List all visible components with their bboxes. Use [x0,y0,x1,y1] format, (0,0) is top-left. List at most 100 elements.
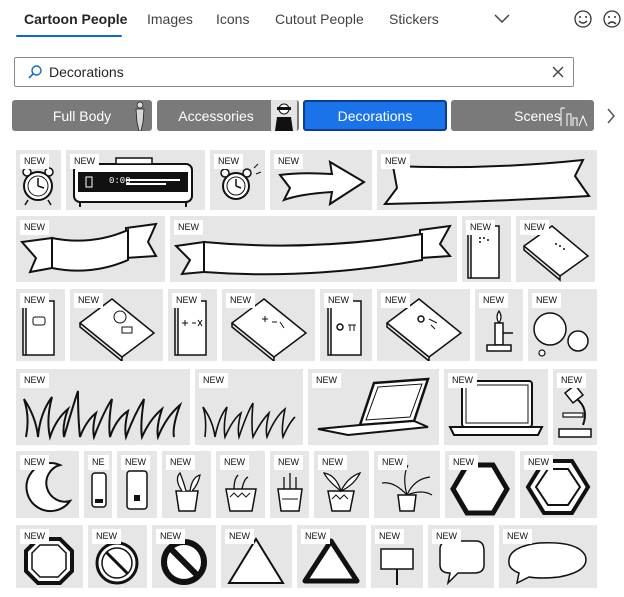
science-book-angled-sticker[interactable]: NEW [377,289,470,361]
arrow-banner-sticker[interactable]: NEW [270,150,372,210]
category-accessories[interactable]: Accessories [157,100,299,131]
triangle-outline-sticker[interactable]: NEW [221,525,292,588]
new-badge: NEW [20,154,49,169]
alarm-clock-radio-sticker[interactable]: NEW 0:00 [66,150,205,210]
tab-stickers[interactable]: Stickers [389,11,439,27]
book-speech-bubble-angled-sticker[interactable]: NEW [70,289,163,361]
new-badge: NEW [220,455,249,470]
category-label: Decorations [337,108,413,124]
microscope-sticker[interactable]: NEW [553,369,597,445]
cactus-pot-sticker[interactable]: NEW [216,451,265,518]
ribbon-banner-sticker[interactable]: NEW [377,150,597,210]
book-speech-bubble-sticker[interactable]: NEW [16,289,65,361]
new-badge: NE [88,455,109,470]
new-badge: NEW [214,154,243,169]
prohibited-sign-sticker[interactable]: NEW [88,525,147,588]
new-badge: NEW [301,529,330,544]
category-full-body[interactable]: Full Body [12,100,152,131]
new-badge: NEW [324,293,353,308]
new-badge: NEW [156,529,185,544]
speech-bubble-small-sticker[interactable]: NEW [428,525,494,588]
tab-cutout-people[interactable]: Cutout People [275,11,364,27]
long-scroll-banner-sticker[interactable]: NEW [170,216,457,282]
crescent-moon-sticker[interactable]: NEW [16,451,79,518]
new-badge: NEW [274,154,303,169]
new-badge: NEW [378,455,407,470]
full-body-thumbnail [135,101,145,131]
succulent-pot-sticker[interactable]: NEW [270,451,309,518]
math-book-sticker[interactable]: NEW [168,289,217,361]
new-badge: NEW [448,373,477,388]
octagon-sticker[interactable]: NEW [16,525,83,588]
category-decorations[interactable]: Decorations [303,100,447,131]
triangle-bold-sticker[interactable]: NEW [297,525,366,588]
new-badge: NEW [557,373,586,388]
new-badge: NEW [121,455,150,470]
new-badge: NEW [172,293,201,308]
new-badge: NEW [520,220,549,235]
new-badge: NEW [70,154,99,169]
laptop-angled-sticker[interactable]: NEW [308,369,439,445]
alarm-clock-sticker[interactable]: NEW [16,150,61,210]
new-badge: NEW [503,529,532,544]
braille-book-angled-sticker[interactable]: NEW [516,216,595,282]
active-tab-indicator [16,35,122,37]
new-badge: NEW [532,293,561,308]
clear-search-icon[interactable] [551,65,565,79]
category-scenes[interactable]: Scenes [451,100,594,131]
category-label: Accessories [178,108,254,124]
tab-images[interactable]: Images [147,11,193,27]
new-badge: NEW [20,220,49,235]
hexagon-sticker[interactable]: NEW [445,451,515,518]
alarm-clock-ringing-sticker[interactable]: NEW [210,150,265,210]
phone-sticker[interactable]: NEW [117,451,157,518]
potted-plant-sticker[interactable]: NEW [162,451,211,518]
new-badge: NEW [92,529,121,544]
new-badge: NEW [274,455,303,470]
chevron-down-icon[interactable] [492,11,512,27]
clock-display-text: 0:00 [109,176,131,186]
frown-feedback-icon[interactable] [602,9,622,29]
new-badge: NEW [479,293,508,308]
new-badge: NEW [174,220,203,235]
new-badge: NEW [199,373,228,388]
new-badge: NEW [20,529,49,544]
speech-bubble-large-sticker[interactable]: NEW [499,525,597,588]
slim-phone-sticker[interactable]: NE [84,451,112,518]
double-hexagon-sticker[interactable]: NEW [520,451,597,518]
signpost-sticker[interactable]: NEW [371,525,423,588]
new-badge: NEW [381,293,410,308]
bubbles-sticker[interactable]: NEW [528,289,597,361]
new-badge: NEW [375,529,404,544]
search-input[interactable] [49,62,529,82]
new-badge: NEW [449,455,478,470]
bunsen-burner-sticker[interactable]: NEW [475,289,523,361]
laptop-front-sticker[interactable]: NEW [444,369,548,445]
chevron-right-icon[interactable] [600,100,622,131]
new-badge: NEW [466,220,495,235]
scroll-banner-sticker[interactable]: NEW [16,216,165,282]
new-badge: NEW [524,455,553,470]
new-badge: NEW [20,455,49,470]
smile-feedback-icon[interactable] [573,9,593,29]
new-badge: NEW [318,455,347,470]
new-badge: NEW [74,293,103,308]
grass-sticker[interactable]: NEW [16,369,190,445]
new-badge: NEW [166,455,195,470]
braille-book-sticker[interactable]: NEW [462,216,511,282]
science-book-sticker[interactable]: NEW [320,289,372,361]
new-badge: NEW [312,373,341,388]
new-badge: NEW [381,154,410,169]
leafy-pot-sticker[interactable]: NEW [314,451,369,518]
search-box [14,57,574,87]
tab-icons[interactable]: Icons [216,11,249,27]
no-sign-sticker[interactable]: NEW [152,525,216,588]
grass-small-sticker[interactable]: NEW [195,369,303,445]
palm-plant-sticker[interactable]: NEW [374,451,440,518]
new-badge: NEW [20,373,49,388]
new-badge: NEW [226,293,255,308]
new-badge: NEW [225,529,254,544]
math-book-angled-sticker[interactable]: NEW [222,289,315,361]
tab-cartoon-people[interactable]: Cartoon People [24,11,127,27]
new-badge: NEW [20,293,49,308]
